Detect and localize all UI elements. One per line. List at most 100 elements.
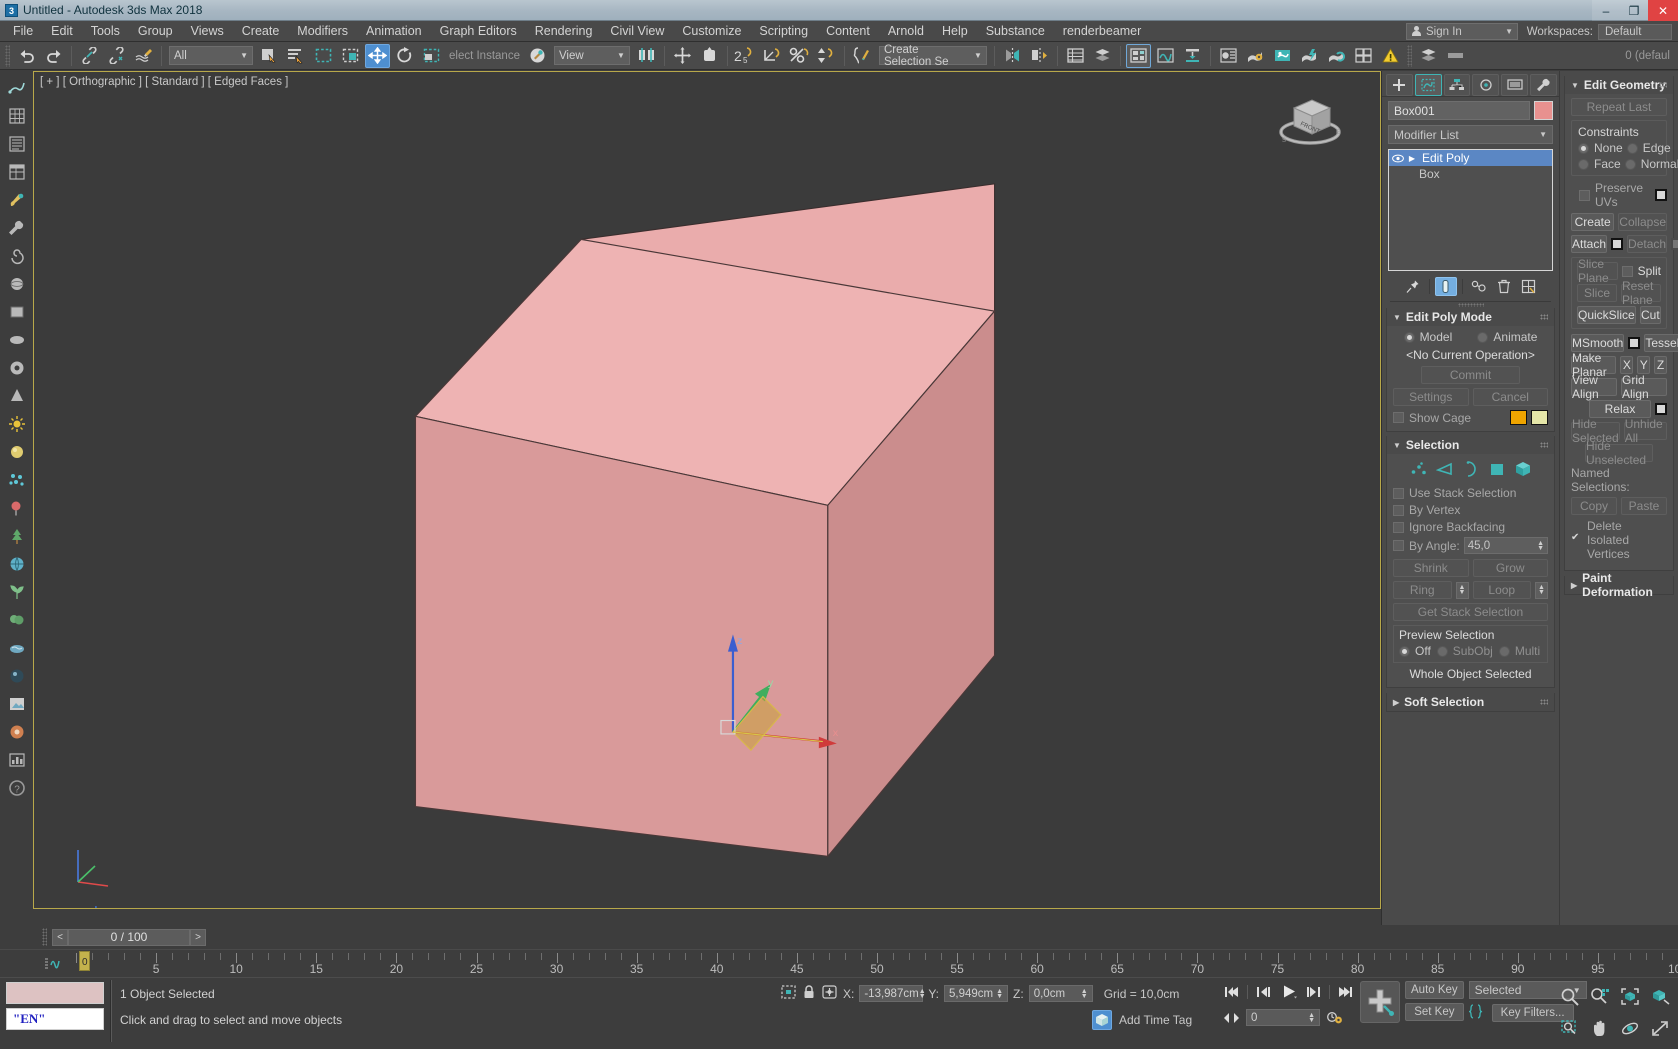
radio-constraint-face[interactable]: Face [1578,157,1621,171]
render-iterative-icon[interactable] [1324,44,1349,68]
selection-filter-combo[interactable]: All ▼ [169,46,253,65]
by-angle-spinner[interactable]: 45,0 ▲ ▼ [1463,537,1548,554]
snap-toggle-2d-icon[interactable]: 25 [733,44,758,68]
spinner-arrows-icon[interactable]: ▲ ▼ [1308,1012,1315,1024]
spinner-arrows-icon[interactable]: ▲ ▼ [996,988,1003,1000]
menu-help[interactable]: Help [933,22,977,40]
menu-rendering[interactable]: Rendering [526,22,602,40]
modifier-stack[interactable]: ▶ Edit Poly Box [1388,149,1553,271]
tessellate-button[interactable]: Tessellate [1644,334,1678,352]
spinner-arrows-icon[interactable]: ▲ ▼ [1459,584,1466,596]
align-icon[interactable] [1027,44,1052,68]
sphere-primitive-icon[interactable] [4,270,30,297]
light-icon[interactable] [4,410,30,437]
key-mode-toggle-icon[interactable] [1222,1008,1241,1027]
edit-named-selection-sets-icon[interactable] [850,44,875,68]
spinner-arrows-icon[interactable]: ▲ ▼ [919,988,926,1000]
display-tab[interactable] [1501,73,1529,96]
use-pivot-point-center-icon[interactable] [634,44,659,68]
list-panel-icon[interactable] [4,130,30,157]
create-button[interactable]: Create [1571,213,1615,231]
copy-button[interactable]: Copy [1571,497,1617,515]
percent-snap-toggle-icon[interactable] [787,44,812,68]
rollout-header-edit-poly-mode[interactable]: ▼ Edit Poly Mode [1387,308,1554,326]
spinner-arrows-icon[interactable]: ▲ ▼ [1538,584,1545,596]
render-setup-icon[interactable] [1243,44,1268,68]
pin-stack-icon[interactable] [1402,277,1424,296]
time-slider-grip[interactable] [42,928,47,946]
keyboard-language-indicator[interactable]: "EN" [6,1008,104,1030]
select-and-manipulate-icon[interactable] [670,44,695,68]
slice-plane-button[interactable]: Slice Plane [1577,257,1618,285]
previous-key-icon[interactable] [1254,982,1273,1001]
scene-explorer-icon[interactable] [1090,44,1115,68]
view-align-button[interactable]: View Align [1571,373,1617,401]
checkbox-by-vertex[interactable]: By Vertex [1393,503,1548,517]
radio-preview-multi[interactable]: Multi [1498,644,1540,658]
radio-constraint-none[interactable]: None [1578,141,1623,155]
spiral-icon[interactable] [4,242,30,269]
motion-tab[interactable] [1472,73,1500,96]
checkbox-by-angle[interactable]: By Angle: [1393,539,1460,553]
named-selection-sets-combo[interactable]: Create Selection Se ▼ [878,44,987,68]
help-icon[interactable]: ? [4,774,30,801]
rollout-header-selection[interactable]: ▼ Selection [1387,436,1554,454]
material-editor-icon[interactable] [1125,43,1151,68]
reset-plane-button[interactable]: Reset Plane [1621,279,1661,307]
viewport[interactable]: [ + ] [ Orthographic ] [ Standard ] [ Ed… [33,71,1381,909]
scene-converter-icon[interactable] [1416,44,1441,68]
repeat-last-button[interactable]: Repeat Last [1571,98,1667,116]
menu-file[interactable]: File [4,22,42,40]
rendered-frame-window-icon[interactable] [1270,44,1295,68]
globe-icon[interactable] [4,550,30,577]
remove-modifier-icon[interactable] [1493,277,1515,296]
show-end-result-icon[interactable] [1434,277,1457,296]
next-key-icon[interactable] [1304,982,1323,1001]
frame-number-field[interactable]: 0 ▲ ▼ [1246,1009,1320,1026]
torus-primitive-icon[interactable] [4,354,30,381]
menu-modifiers[interactable]: Modifiers [288,22,357,40]
snaps-toggle-icon[interactable] [697,44,722,68]
previous-frame-button[interactable]: < [52,928,68,946]
collapse-button[interactable]: Collapse [1618,213,1667,231]
unhide-all-button[interactable]: Unhide All [1623,417,1667,445]
loop-spinner[interactable]: ▲ ▼ [1535,581,1548,599]
chart-panel-icon[interactable] [4,746,30,773]
polygon-icon[interactable] [1488,461,1506,480]
add-time-tag-control[interactable]: Add Time Tag [1092,1010,1192,1030]
preserve-uvs-settings-icon[interactable] [1655,189,1667,201]
absolute-relative-transform-icon[interactable] [821,984,838,1003]
time-slider-playhead[interactable]: 0 [79,951,90,971]
auto-key-button[interactable]: Auto Key [1405,981,1464,999]
pond-icon[interactable] [4,634,30,661]
select-and-place-icon[interactable] [525,44,550,68]
maximize-button[interactable]: ❐ [1620,0,1648,21]
track-bar-ruler[interactable]: 5 10 15 20 25 30 35 40 45 50 55 60 65 70 75 80 85 90 95 100 [76,950,1678,977]
vertex-icon[interactable] [1410,461,1428,480]
element-icon[interactable] [1514,461,1532,480]
selection-lock-region-icon[interactable] [780,984,797,1003]
close-button[interactable]: ✕ [1648,0,1678,21]
table-panel-icon[interactable] [4,158,30,185]
menu-customize[interactable]: Customize [673,22,750,40]
checkbox-preserve-uvs[interactable]: Preserve UVs [1579,181,1651,209]
chevron-right-icon[interactable]: ▶ [1407,154,1417,163]
lock-selection-icon[interactable] [802,984,816,1003]
bush-icon[interactable] [4,606,30,633]
grow-button[interactable]: Grow [1472,559,1548,577]
capsule-primitive-icon[interactable] [4,326,30,353]
object-name-field[interactable]: Box001 [1388,101,1530,120]
relax-button[interactable]: Relax [1589,400,1651,418]
eye-icon[interactable] [1391,153,1404,164]
make-planar-button[interactable]: Make Planar [1571,351,1617,379]
select-and-link-icon[interactable] [77,44,102,68]
slice-button[interactable]: Slice [1577,284,1617,302]
relax-settings-icon[interactable] [1655,403,1667,415]
rectangular-selection-region-icon[interactable] [311,44,336,68]
zoom-icon[interactable] [1556,981,1584,1011]
zoom-all-icon[interactable] [1586,981,1614,1011]
sign-in-button[interactable]: Sign In ▼ [1406,23,1518,40]
box-object[interactable]: z x y [34,72,1380,908]
settings-button[interactable]: Settings [1393,388,1469,406]
workspaces-selector[interactable]: Workspaces: Default [1527,24,1672,40]
